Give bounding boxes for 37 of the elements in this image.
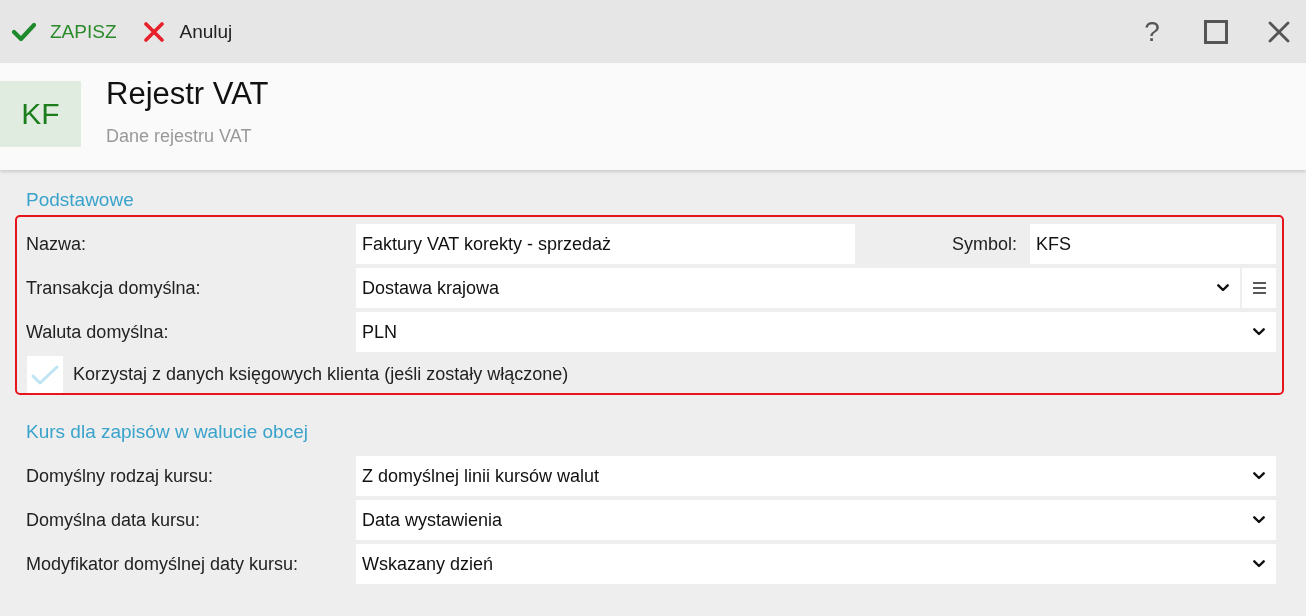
field-label: Domyślny rodzaj kursu: bbox=[26, 465, 214, 487]
menu-icon bbox=[1252, 282, 1266, 294]
dropdown-field[interactable]: Z domyślnej linii kursów walut bbox=[356, 456, 1276, 496]
field-label: Domyślna data kursu: bbox=[26, 509, 201, 531]
close-button[interactable] bbox=[1268, 20, 1290, 43]
chevron-down-icon bbox=[1217, 284, 1229, 292]
field-label: Waluta domyślna: bbox=[26, 321, 169, 343]
cross-icon bbox=[143, 21, 164, 42]
page-subtitle: Dane rejestru VAT bbox=[106, 125, 252, 147]
maximize-button[interactable] bbox=[1204, 19, 1228, 44]
close-icon bbox=[1268, 20, 1290, 43]
chevron-down-icon bbox=[1253, 472, 1265, 480]
section-heading: Kurs dla zapisów w walucie obcej bbox=[26, 420, 308, 444]
field-label: Transakcja domyślna: bbox=[26, 277, 201, 299]
checkbox-label: Korzystaj z danych księgowych klienta (jeśli zostały włączone) bbox=[73, 364, 569, 385]
dropdown-field[interactable]: PLN bbox=[356, 312, 1276, 352]
text-field[interactable]: Faktury VAT korekty - sprzedaż bbox=[356, 224, 855, 264]
dropdown-field[interactable]: Data wystawienia bbox=[356, 500, 1276, 540]
save-button[interactable]: ZAPISZ bbox=[8, 16, 121, 47]
checkmark-icon bbox=[31, 363, 59, 386]
chevron-down-icon bbox=[1253, 328, 1265, 336]
field-label: Symbol: bbox=[951, 233, 1017, 255]
field-label: Nazwa: bbox=[26, 233, 87, 255]
maximize-icon bbox=[1204, 19, 1228, 44]
list-button[interactable] bbox=[1242, 268, 1276, 308]
chevron-down-icon bbox=[1253, 516, 1265, 524]
text-field[interactable]: KFS bbox=[1030, 224, 1276, 264]
help-button[interactable]: ? bbox=[1142, 17, 1162, 46]
chevron-down-icon bbox=[1253, 560, 1265, 568]
dropdown-field[interactable]: Wskazany dzień bbox=[356, 544, 1276, 584]
cancel-button[interactable]: Anuluj bbox=[139, 16, 237, 47]
section-heading: Podstawowe bbox=[26, 188, 134, 212]
page-title: Rejestr VAT bbox=[106, 76, 269, 112]
dropdown-field[interactable]: Dostawa krajowa bbox=[356, 268, 1240, 308]
module-badge: KF bbox=[0, 81, 81, 147]
field-label: Modyfikator domyślnej daty kursu: bbox=[26, 553, 299, 575]
check-icon bbox=[12, 20, 36, 43]
